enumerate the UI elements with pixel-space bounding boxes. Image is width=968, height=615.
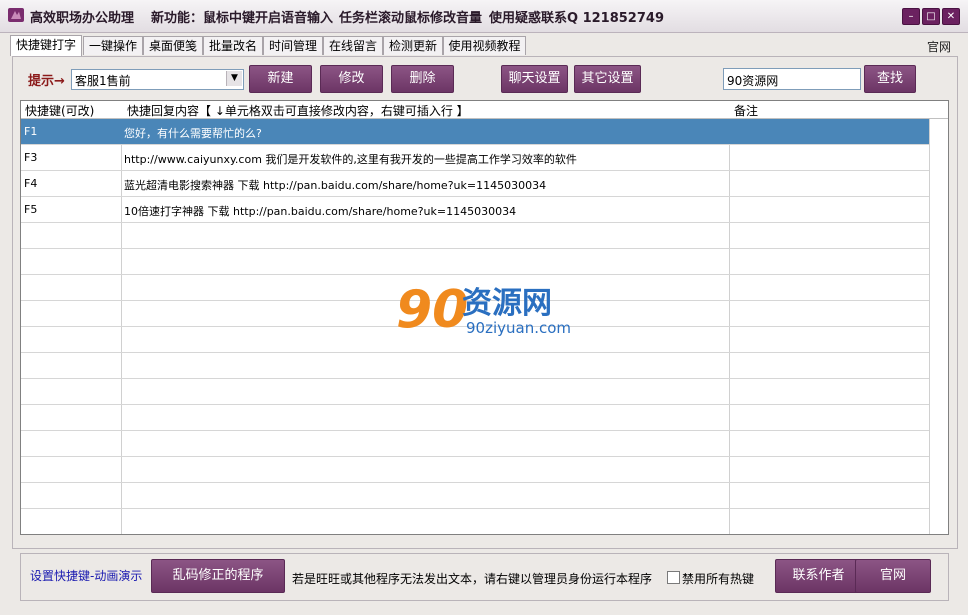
maximize-button[interactable]: □	[922, 8, 940, 25]
row-key[interactable]: F1	[24, 125, 37, 138]
watermark-logo: 90 资源网 90ziyuan.com	[396, 279, 576, 344]
disable-hotkeys-label[interactable]: 禁用所有热键	[682, 570, 754, 587]
column-header-key[interactable]: 快捷键(可改)	[25, 102, 94, 119]
contact-info: 使用疑惑联系Q 121852749	[489, 11, 664, 26]
app-icon	[8, 8, 24, 22]
row-content[interactable]: 您好，有什么需要帮忙的么?	[124, 125, 262, 141]
row-key[interactable]: F4	[24, 177, 37, 190]
row-key[interactable]: F3	[24, 151, 37, 164]
new-button[interactable]: 新建	[249, 65, 312, 93]
search-button[interactable]: 查找	[864, 65, 916, 93]
title-bar: 高效职场办公助理 新功能：鼠标中键开启语音输入 任务栏滚动鼠标修改音量 使用疑惑…	[0, 0, 968, 33]
admin-note: 若是旺旺或其他程序无法发出文本，请右键以管理员身份运行本程序	[292, 572, 653, 586]
tab-online-message[interactable]: 在线留言	[323, 36, 383, 55]
app-title: 高效职场办公助理	[30, 11, 135, 26]
table-row[interactable]: F5 10倍速打字神器 下载 http://pan.baidu.com/share…	[21, 197, 929, 223]
table-row[interactable]	[21, 431, 929, 457]
search-input-value: 90资源网	[727, 74, 779, 88]
taskbar-tip: 任务栏滚动鼠标修改音量	[339, 11, 483, 26]
watermark-url: 90ziyuan.com	[466, 319, 571, 337]
table-row[interactable]	[21, 223, 929, 249]
table-row[interactable]	[21, 353, 929, 379]
official-site-button[interactable]: 官网	[855, 559, 931, 593]
chat-settings-button[interactable]: 聊天设置	[501, 65, 568, 93]
watermark-graphic: 90 资源网 90ziyuan.com	[396, 280, 571, 340]
row-content[interactable]: 10倍速打字神器 下载 http://pan.baidu.com/share/h…	[124, 203, 516, 219]
hint-label: 提示→	[28, 74, 65, 89]
edit-button[interactable]: 修改	[320, 65, 383, 93]
table-row[interactable]	[21, 379, 929, 405]
demo-link[interactable]: 设置快捷键-动画演示	[30, 567, 142, 584]
contact-author-button[interactable]: 联系作者	[775, 559, 862, 593]
row-key[interactable]: F5	[24, 203, 37, 216]
table-row[interactable]	[21, 249, 929, 275]
table-row[interactable]	[21, 457, 929, 483]
table-row[interactable]	[21, 483, 929, 509]
table-row[interactable]	[21, 509, 929, 534]
shortcut-table: 快捷键(可改) 快捷回复内容【 ↓单元格双击可直接修改内容，右键可插入行 】 备…	[20, 100, 949, 535]
tab-time-management[interactable]: 时间管理	[263, 36, 323, 55]
close-button[interactable]: ✕	[942, 8, 960, 25]
row-content[interactable]: 蓝光超清电影搜索神器 下载 http://pan.baidu.com/share…	[124, 177, 546, 193]
column-header-note[interactable]: 备注	[734, 102, 758, 119]
table-header: 快捷键(可改) 快捷回复内容【 ↓单元格双击可直接修改内容，右键可插入行 】 备…	[21, 101, 948, 119]
disable-hotkeys-checkbox[interactable]	[667, 571, 680, 584]
watermark-digits: 90	[396, 280, 468, 340]
watermark-brand: 资源网	[462, 286, 552, 321]
feature-notice: 新功能：鼠标中键开启语音输入	[151, 11, 334, 26]
column-divider	[929, 101, 930, 534]
row-content[interactable]: http://www.caiyunxy.com 我们是开发软件的,这里有我开发的…	[124, 151, 577, 167]
tab-video-tutorial[interactable]: 使用视频教程	[443, 36, 526, 55]
minimize-button[interactable]: –	[902, 8, 920, 25]
fix-garbled-button[interactable]: 乱码修正的程序	[151, 559, 285, 593]
table-row[interactable]: F3 http://www.caiyunxy.com 我们是开发软件的,这里有我开…	[21, 145, 929, 171]
chevron-down-icon[interactable]: ▼	[226, 71, 242, 86]
official-site-link[interactable]: 官网	[927, 38, 951, 55]
tab-one-click[interactable]: 一键操作	[83, 36, 143, 55]
column-header-content[interactable]: 快捷回复内容【 ↓单元格双击可直接修改内容，右键可插入行 】	[127, 102, 469, 119]
group-select-value: 客服1售前	[75, 74, 131, 88]
delete-button[interactable]: 删除	[391, 65, 454, 93]
tab-batch-rename[interactable]: 批量改名	[203, 36, 263, 55]
table-row[interactable]	[21, 405, 929, 431]
search-input[interactable]: 90资源网	[723, 68, 861, 90]
other-settings-button[interactable]: 其它设置	[574, 65, 641, 93]
group-select[interactable]: 客服1售前 ▼	[71, 69, 244, 90]
tab-check-update[interactable]: 检测更新	[383, 36, 443, 55]
table-row[interactable]: F4 蓝光超清电影搜索神器 下载 http://pan.baidu.com/sha…	[21, 171, 929, 197]
tab-desktop-notes[interactable]: 桌面便笺	[143, 36, 203, 55]
tab-shortcut-typing[interactable]: 快捷键打字	[10, 35, 82, 56]
table-row[interactable]: F1 您好，有什么需要帮忙的么?	[21, 119, 929, 145]
